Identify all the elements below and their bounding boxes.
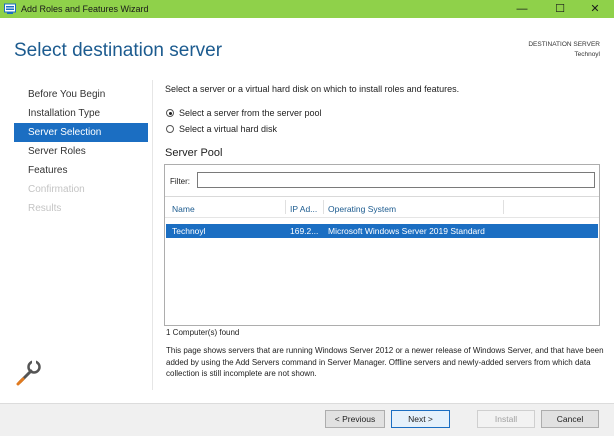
wizard-nav: Before You Begin Installation Type Serve… [14, 85, 148, 218]
server-pool-option-label: Select a server from the server pool [179, 108, 322, 118]
filter-divider [165, 196, 599, 197]
intro-text: Select a server or a virtual hard disk o… [165, 84, 460, 94]
next-button[interactable]: Next > [391, 410, 450, 428]
cell-os: Microsoft Windows Server 2019 Standard [328, 226, 485, 236]
vhd-option-label: Select a virtual hard disk [179, 124, 278, 134]
window-title: Add Roles and Features Wizard [21, 4, 149, 14]
column-header-os[interactable]: Operating System [328, 204, 396, 214]
server-pool-option[interactable]: Select a server from the server pool [166, 108, 322, 118]
vhd-option[interactable]: Select a virtual hard disk [166, 124, 277, 134]
nav-item-before-you-begin[interactable]: Before You Begin [14, 85, 148, 104]
table-row[interactable]: Technoyl 169.2... Microsoft Windows Serv… [166, 224, 598, 238]
wizard-footer: < Previous Next > Install Cancel [0, 403, 614, 436]
nav-item-confirmation: Confirmation [28, 184, 85, 195]
wrench-logo-icon [16, 359, 41, 386]
cell-name: Technoyl [172, 226, 206, 236]
nav-item-results: Results [28, 203, 62, 214]
close-button[interactable]: ✕ [580, 0, 610, 18]
nav-item-server-roles[interactable]: Server Roles [14, 142, 148, 161]
server-manager-icon [4, 3, 16, 14]
destination-server-value: Technoyl [574, 51, 600, 58]
page-title: Select destination server [14, 40, 223, 61]
header-divider [165, 217, 599, 218]
filter-label: Filter: [170, 177, 190, 186]
title-bar: Add Roles and Features Wizard — ☐ ✕ [0, 0, 614, 18]
nav-divider [152, 80, 153, 390]
cancel-button[interactable]: Cancel [541, 410, 599, 428]
column-divider [323, 200, 324, 214]
maximize-button[interactable]: ☐ [545, 0, 575, 18]
filter-input[interactable] [197, 172, 595, 188]
column-divider [503, 200, 504, 214]
nav-item-server-selection[interactable]: Server Selection [14, 123, 148, 142]
nav-item-installation-type[interactable]: Installation Type [14, 104, 148, 123]
column-header-ip[interactable]: IP Ad... [290, 204, 317, 214]
server-pool-heading: Server Pool [165, 147, 223, 159]
destination-server-label: DESTINATION SERVER [528, 41, 600, 48]
server-pool-radio[interactable] [166, 109, 174, 117]
column-header-name[interactable]: Name [172, 204, 195, 214]
server-pool-table: Filter: Name IP Ad... Operating System T… [164, 164, 600, 326]
vhd-radio[interactable] [166, 125, 174, 133]
computers-found-count: 1 Computer(s) found [166, 328, 240, 337]
cell-ip: 169.2... [290, 226, 319, 236]
previous-button[interactable]: < Previous [325, 410, 385, 428]
install-button: Install [477, 410, 535, 428]
minimize-button[interactable]: — [507, 0, 537, 18]
description-text: This page shows servers that are running… [166, 346, 604, 378]
nav-item-features[interactable]: Features [14, 161, 148, 180]
column-divider [285, 200, 286, 214]
